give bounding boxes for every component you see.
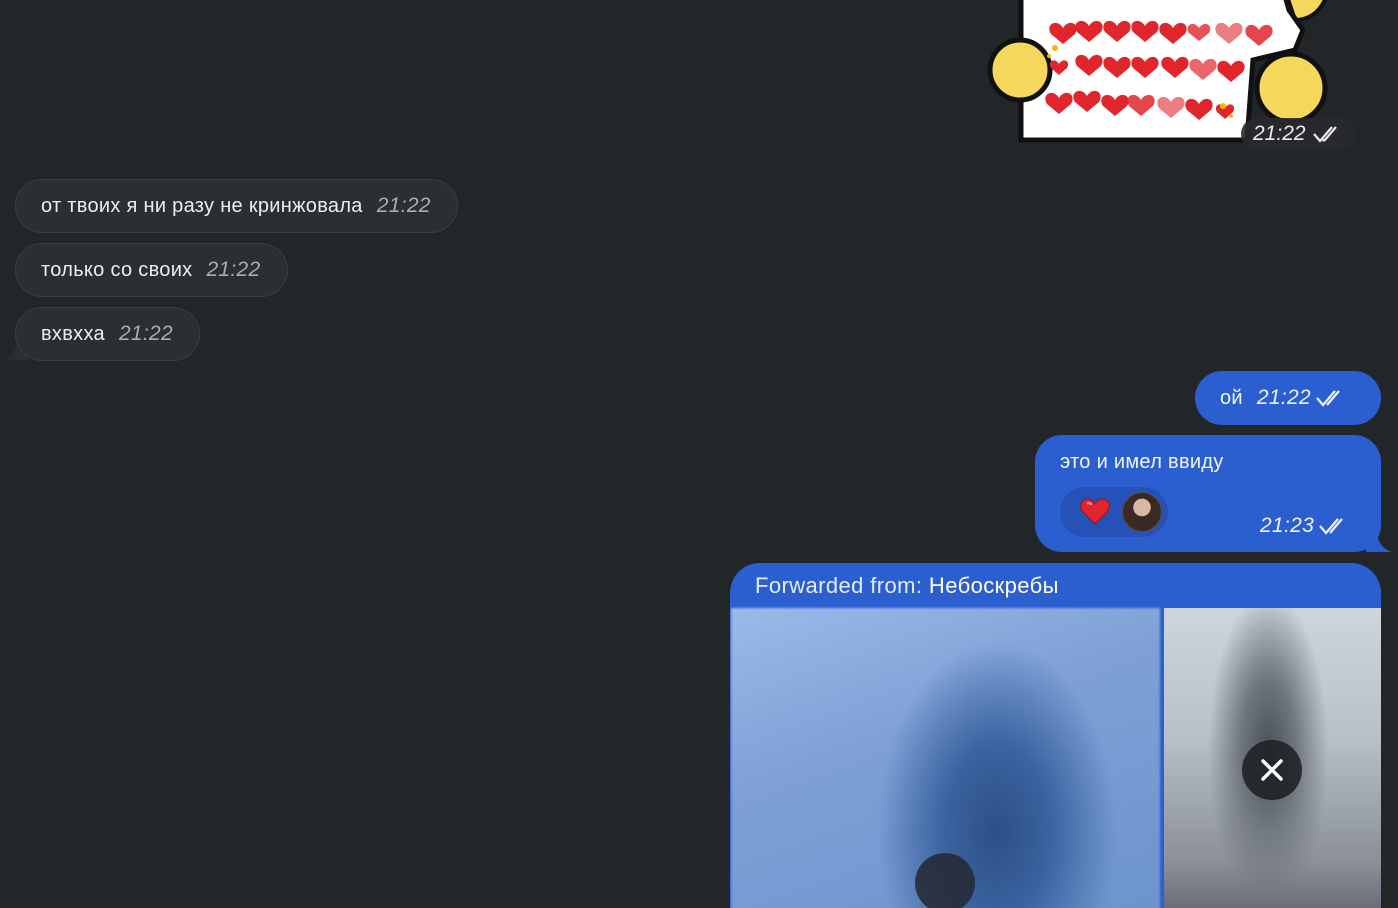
message-text: только со своих <box>41 258 193 281</box>
timestamp: 21:22 <box>1256 386 1311 409</box>
timestamp: 21:22 <box>1253 122 1306 145</box>
sticker-timestamp: 21:22 <box>1241 118 1356 150</box>
avatar <box>1122 492 1162 532</box>
timestamp: 21:22 <box>206 258 261 281</box>
outgoing-message[interactable]: ой 21:22 <box>1195 371 1381 425</box>
incoming-message[interactable]: от твоих я ни разу не кринжовала 21:22 <box>15 179 458 233</box>
message-text: вхвхха <box>41 322 105 345</box>
play-button[interactable] <box>915 853 975 908</box>
timestamp: 21:22 <box>376 194 431 217</box>
bubble-tail <box>1366 530 1392 552</box>
timestamp: 21:22 <box>118 322 174 345</box>
cancel-download-button[interactable] <box>1242 740 1302 800</box>
message-meta: 21:22 <box>1257 386 1347 410</box>
double-check-icon <box>1316 390 1340 407</box>
message-text: от твоих я ни разу не кринжовала <box>41 194 363 217</box>
incoming-message[interactable]: только со своих 21:22 <box>15 243 288 297</box>
incoming-message[interactable]: вхвхха 21:22 <box>15 307 201 361</box>
message-text: это и имел ввиду <box>1060 451 1224 473</box>
forwarded-label: Forwarded from: <box>755 573 923 598</box>
forwarded-source[interactable]: Небоскребы <box>929 573 1059 598</box>
forwarded-message[interactable]: Forwarded from: Небоскребы <box>730 563 1381 908</box>
outgoing-message[interactable]: это и имел ввиду 21:23 <box>1035 435 1381 552</box>
message-meta: 21:23 <box>1260 514 1350 538</box>
message-text: ой <box>1220 386 1243 409</box>
reaction-chip[interactable] <box>1060 487 1168 537</box>
forwarded-header[interactable]: Forwarded from: Небоскребы <box>755 573 1059 599</box>
chat-history: 21:22 от твоих я ни разу не кринжовала 2… <box>0 0 1398 908</box>
heart-icon <box>1080 498 1110 525</box>
close-icon <box>1261 759 1283 781</box>
timestamp: 21:23 <box>1260 514 1315 537</box>
double-check-icon <box>1312 126 1337 143</box>
double-check-icon <box>1319 518 1343 535</box>
